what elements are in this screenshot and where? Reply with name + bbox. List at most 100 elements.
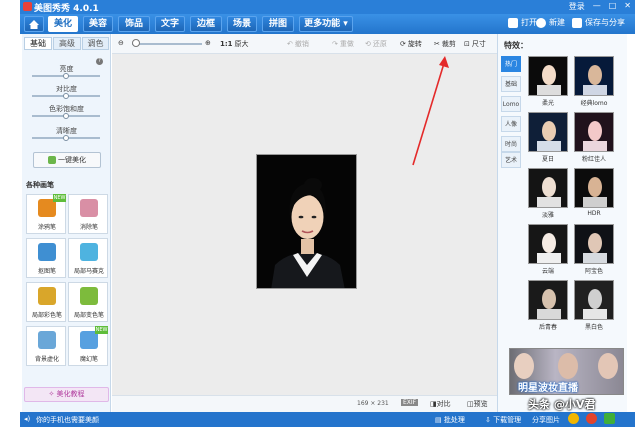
brush-blur-background[interactable]: 背景虚化 — [26, 326, 66, 366]
brush-doodle[interactable]: NEW 涂鸦笔 — [26, 194, 66, 234]
add-icon[interactable] — [604, 413, 615, 424]
tab-retouch[interactable]: 美容 — [83, 16, 113, 32]
rotate-button[interactable]: ⟳ 旋转 — [400, 39, 422, 49]
sharpness-knob[interactable] — [63, 135, 69, 141]
brush-label: 涂鸦笔 — [37, 224, 56, 231]
sharpness-slider[interactable] — [32, 135, 100, 141]
effect-black-white[interactable]: 黑白色 — [574, 280, 614, 332]
share-image-button[interactable]: 分享图片 — [532, 415, 560, 425]
effect-hdr[interactable]: HDR — [574, 168, 614, 220]
category-basic[interactable]: 基础 — [501, 76, 521, 92]
bottom-bar: ◂) 你的手机也需要美颜 ▤ 批处理 ⇩ 下载管理 分享图片 — [20, 412, 635, 427]
zoom-slider-knob[interactable] — [132, 39, 140, 47]
restore-button[interactable]: □ — [609, 1, 617, 12]
mobile-tip-link[interactable]: 你的手机也需要美颜 — [36, 415, 99, 425]
cutout-icon — [38, 243, 56, 261]
brush-mosaic[interactable]: 局部马赛克 — [68, 238, 108, 278]
subtab-advanced[interactable]: 高级 — [53, 37, 81, 50]
category-fashion[interactable]: 时尚 — [501, 136, 521, 152]
crop-button[interactable]: ✂ 裁剪 — [434, 39, 456, 49]
brush-recolor[interactable]: 局部变色笔 — [68, 282, 108, 322]
plus-icon — [536, 17, 546, 28]
category-portrait[interactable]: 人像 — [501, 116, 521, 132]
one-click-beautify-button[interactable]: 一键美化 — [33, 152, 101, 168]
brush-label: 消除笔 — [79, 224, 98, 231]
new-button[interactable]: 新建 — [536, 17, 565, 28]
effect-classic-lomo[interactable]: 经典lomo — [574, 56, 614, 108]
zoom-out-icon[interactable]: ⊖ — [118, 39, 124, 47]
brush-label: 局部彩色笔 — [31, 312, 62, 319]
brush-eraser[interactable]: 消除笔 — [68, 194, 108, 234]
brush-label: 局部马赛克 — [73, 268, 104, 275]
login-link[interactable]: 登录 — [569, 1, 585, 12]
tab-collage[interactable]: 拼图 — [262, 16, 294, 32]
minimize-button[interactable]: — — [593, 1, 601, 12]
compare-button[interactable]: ◨对比 — [430, 399, 451, 409]
effect-thumbnail — [574, 112, 614, 152]
resize-button[interactable]: ⊡ 尺寸 — [464, 39, 486, 49]
effect-abao[interactable]: 阿宝色 — [574, 224, 614, 276]
category-art[interactable]: 艺术 — [501, 152, 521, 168]
tutorial-icon: ✧ — [48, 390, 57, 398]
exif-button[interactable]: EXIF — [401, 399, 419, 406]
preview-button[interactable]: ◫预览 — [467, 399, 488, 409]
reset-button[interactable]: ⟲ 还原 — [365, 39, 387, 49]
star-icon[interactable] — [568, 413, 579, 424]
tab-border[interactable]: 边框 — [190, 16, 222, 32]
download-manager-button[interactable]: ⇩ 下载管理 — [485, 415, 521, 425]
brightness-slider[interactable] — [32, 73, 100, 79]
effect-name: 云端 — [541, 268, 554, 275]
promo-banner[interactable]: 明星波妆直播 — [509, 348, 624, 395]
tab-text[interactable]: 文字 — [155, 16, 185, 32]
open-button[interactable]: 打开 — [508, 17, 537, 28]
beautify-tutorial-button[interactable]: ✧ 美化教程 — [24, 387, 109, 402]
effect-summer[interactable]: 夏日 — [528, 112, 568, 164]
brush-label: 局部变色笔 — [73, 312, 104, 319]
brush-local-color[interactable]: 局部彩色笔 — [26, 282, 66, 322]
effect-elegant[interactable]: 淡雅 — [528, 168, 568, 220]
category-lomo[interactable]: Lomo — [501, 96, 521, 112]
tab-more[interactable]: 更多功能 ▾ — [299, 16, 353, 32]
save-share-button[interactable]: 保存与分享 — [572, 17, 625, 28]
save-label: 保存与分享 — [585, 18, 625, 27]
resize-icon: ⊡ — [464, 40, 470, 48]
effect-youth[interactable]: 后青春 — [528, 280, 568, 332]
new-label: 新建 — [549, 18, 565, 27]
tab-scene[interactable]: 场景 — [227, 16, 257, 32]
effect-cloud[interactable]: 云端 — [528, 224, 568, 276]
canvas-status-bar: 169 × 231 EXIF ◨对比 ◫预览 — [112, 395, 497, 412]
tab-accessories[interactable]: 饰品 — [118, 16, 150, 32]
close-button[interactable]: ✕ — [624, 1, 631, 12]
crop-label: 裁剪 — [441, 40, 456, 48]
effect-soft-light[interactable]: 柔光 — [528, 56, 568, 108]
actual-size-button[interactable]: 1:1 原大 — [220, 39, 249, 49]
title-bar: 美图秀秀 4.0.1 登录 — □ ✕ — [20, 0, 635, 14]
brightness-knob[interactable] — [63, 73, 69, 79]
weibo-icon[interactable] — [586, 413, 597, 424]
effect-thumbnail — [574, 56, 614, 96]
undo-button[interactable]: ↶ 撤销 — [287, 39, 309, 49]
effect-pink-beauty[interactable]: 粉红佳人 — [574, 112, 614, 164]
effect-name: 柔光 — [541, 100, 554, 107]
home-button[interactable] — [24, 16, 44, 32]
portrait-image — [257, 155, 356, 288]
zoom-in-icon[interactable]: ⊕ — [205, 39, 211, 47]
wand-icon — [48, 156, 56, 164]
saturation-slider[interactable] — [32, 113, 100, 119]
annotation-arrow-icon — [412, 56, 449, 166]
brush-magic[interactable]: NEW 魔幻笔 — [68, 326, 108, 366]
subtab-basic[interactable]: 基础 — [24, 37, 52, 50]
saturation-knob[interactable] — [63, 113, 69, 119]
brush-cutout[interactable]: 抠图笔 — [26, 238, 66, 278]
category-hot[interactable]: 热门 — [501, 56, 521, 72]
contrast-knob[interactable] — [63, 93, 69, 99]
banner-face-image — [558, 353, 578, 379]
zoom-slider[interactable] — [132, 43, 202, 45]
batch-button[interactable]: ▤ 批处理 — [435, 415, 465, 425]
contrast-slider[interactable] — [32, 93, 100, 99]
portrait-photo[interactable] — [256, 154, 357, 289]
brush-section-title: 各种画笔 — [26, 181, 54, 189]
tab-beautify[interactable]: 美化 — [48, 16, 78, 32]
redo-button[interactable]: ↷ 重做 — [332, 39, 354, 49]
subtab-color[interactable]: 调色 — [82, 37, 109, 50]
